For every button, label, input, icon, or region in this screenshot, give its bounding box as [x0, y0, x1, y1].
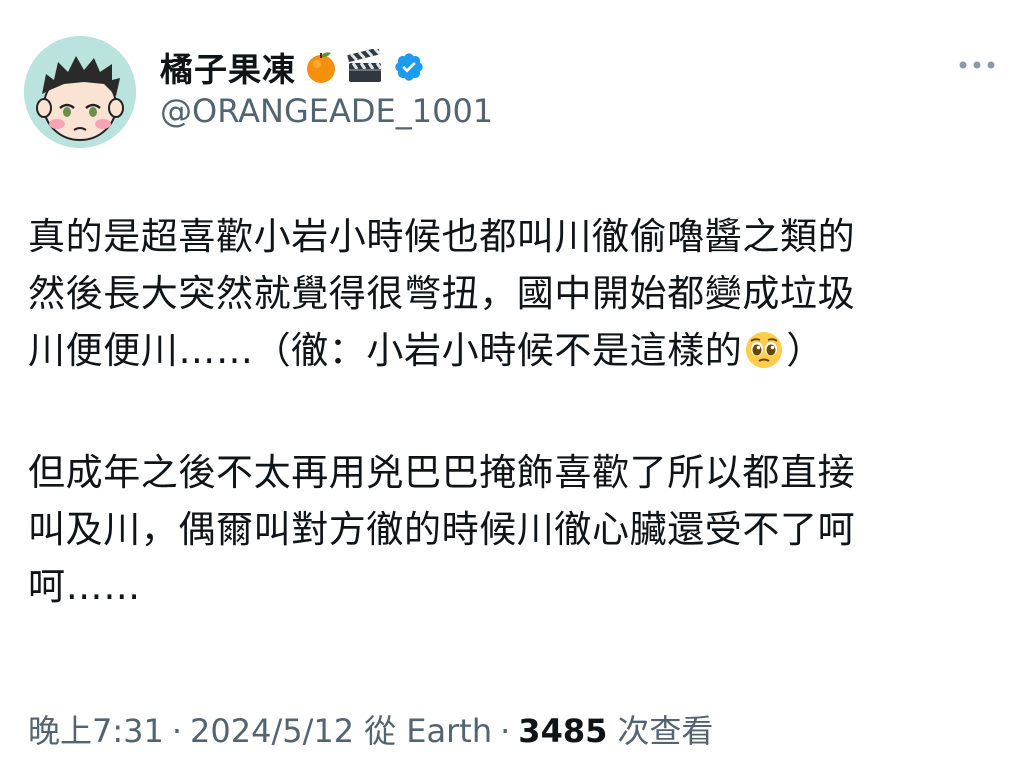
verified-badge-icon[interactable]	[390, 48, 428, 86]
meta-separator: ·	[171, 712, 183, 750]
tweet-time[interactable]: 晚上7:31	[28, 706, 164, 752]
clapper-board-icon	[346, 48, 384, 86]
tweet-line-text: 川便便川……（徹：小岩小時候不是這樣的	[28, 329, 743, 372]
more-dots-icon	[959, 61, 995, 69]
meta-separator: ·	[500, 712, 511, 750]
tweet-line: 呵……	[28, 565, 141, 608]
pleading-face-emoji-icon	[744, 329, 784, 369]
author-name-row[interactable]: 橘子果凍	[160, 42, 428, 92]
tweet-line: 但成年之後不太再用兇巴巴掩飾喜歡了所以都直接	[28, 451, 856, 494]
display-name[interactable]: 橘子果凍	[160, 43, 296, 91]
views-count[interactable]: 3485	[518, 712, 607, 750]
more-options-button[interactable]	[952, 50, 1002, 80]
avatar[interactable]	[24, 36, 136, 148]
tweet-line: 叫及川，偶爾叫對方徹的時候川徹心臟還受不了呵	[28, 508, 856, 551]
tweet-date[interactable]: 2024/5/12	[190, 712, 354, 750]
tweet-line-with-emoji: 川便便川……（徹：小岩小時候不是這樣的 ）	[28, 322, 1004, 379]
tweet-location: 從 Earth	[364, 712, 493, 750]
tweet-line: 真的是超喜歡小岩小時候也都叫川徹偷嚕醬之類的	[28, 215, 856, 258]
tweet-card: 橘子果凍 @ORANGEADE_1001 真的是超喜歡小岩小時候也都叫川徹偷嚕醬…	[0, 0, 1024, 782]
author-handle[interactable]: @ORANGEADE_1001	[160, 92, 493, 130]
closing-paren: ）	[786, 329, 825, 372]
views-label: 次查看	[617, 712, 714, 750]
orange-emoji-icon	[302, 48, 340, 86]
tweet-line: 然後長大突然就覺得很彆扭，國中開始都變成垃圾	[28, 272, 856, 315]
tweet-meta: 晚上7:31 · 2024/5/12 從 Earth · 3485 次查看	[28, 706, 713, 752]
tweet-text: 真的是超喜歡小岩小時候也都叫川徹偷嚕醬之類的 然後長大突然就覺得很彆扭，國中開始…	[28, 208, 1004, 615]
